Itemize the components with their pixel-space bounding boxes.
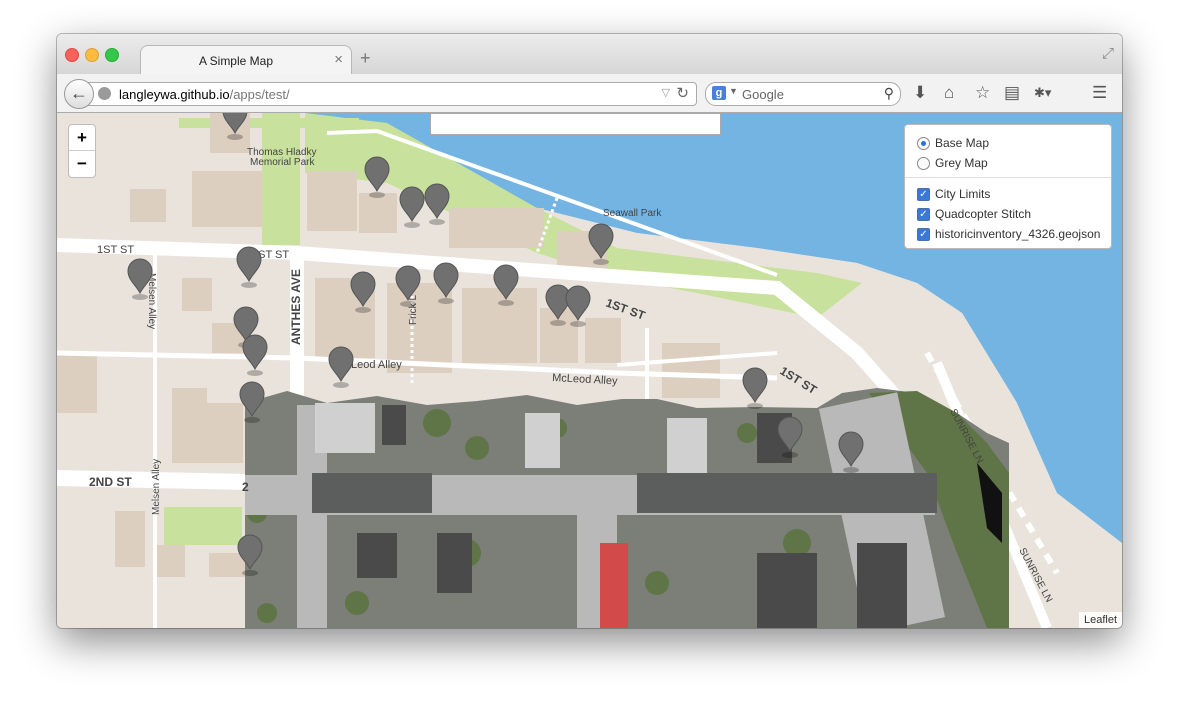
- globe-icon: [98, 87, 111, 100]
- map-search-box[interactable]: [430, 113, 721, 135]
- zoom-control: + −: [68, 124, 96, 178]
- label-seawall-park: Seawall Park: [603, 208, 662, 219]
- url-host: langleywa.github.io: [119, 87, 230, 102]
- label-2nd-st-b: 2: [242, 480, 249, 494]
- url-dropdown-icon[interactable]: ▽: [662, 86, 670, 99]
- tab-title: A Simple Map: [198, 54, 274, 68]
- layer-separator: [905, 177, 1111, 178]
- layer-control: Base Map Grey Map ✓ City Limits ✓ Quadco…: [904, 124, 1112, 249]
- close-window-button[interactable]: [65, 48, 79, 62]
- label-2nd-st: 2ND ST: [89, 475, 132, 489]
- layer-label: Quadcopter Stitch: [935, 207, 1032, 221]
- marker[interactable]: [424, 183, 450, 226]
- tab-a-simple-map[interactable]: A Simple Map ×: [140, 45, 352, 75]
- marker[interactable]: [236, 246, 262, 289]
- label-park-hladky-2: Memorial Park: [250, 157, 315, 168]
- url-text: langleywa.github.io/apps/test/: [119, 87, 290, 102]
- map-viewport[interactable]: 1ST ST 1ST ST 1ST ST 1ST ST ANTHES AVE M…: [57, 113, 1122, 628]
- search-icon[interactable]: ⚲: [884, 85, 894, 102]
- minimize-window-button[interactable]: [85, 48, 99, 62]
- navigation-toolbar: langleywa.github.io/apps/test/ ▽ ↻ ← g ▼…: [57, 74, 1122, 113]
- engine-dropdown-icon[interactable]: ▼: [729, 86, 738, 96]
- firebug-icon[interactable]: ✱▾: [1034, 85, 1051, 101]
- layer-label: City Limits: [935, 187, 991, 201]
- attribution-leaflet[interactable]: Leaflet: [1078, 612, 1122, 628]
- reading-list-icon[interactable]: ▤: [1004, 83, 1020, 103]
- google-engine-icon[interactable]: g: [712, 86, 726, 100]
- radio-grey-map[interactable]: [917, 157, 930, 170]
- marker[interactable]: [399, 186, 425, 229]
- label-1st-st-d: 1ST ST: [777, 364, 819, 398]
- label-melsen-alley-b: Melsen Alley: [151, 459, 162, 515]
- checkbox-historic-inventory[interactable]: ✓: [917, 228, 930, 241]
- checkbox-quadcopter-stitch[interactable]: ✓: [917, 208, 930, 221]
- new-tab-button[interactable]: +: [360, 48, 371, 69]
- title-bar: A Simple Map × + ⤢: [57, 34, 1122, 75]
- label-frick: Frick L: [408, 295, 419, 325]
- reload-icon[interactable]: ↻: [676, 84, 689, 102]
- label-mcleod-alley-b: McLeod Alley: [552, 372, 618, 387]
- checkbox-city-limits[interactable]: ✓: [917, 188, 930, 201]
- maximize-window-button[interactable]: [105, 48, 119, 62]
- label-mcleod-alley-a: Leod Alley: [351, 359, 402, 371]
- url-bar[interactable]: langleywa.github.io/apps/test/ ▽ ↻: [87, 82, 697, 106]
- download-icon[interactable]: ⬇: [913, 83, 927, 103]
- zoom-in-button[interactable]: +: [69, 125, 95, 151]
- search-placeholder: Google: [742, 87, 784, 102]
- marker[interactable]: [742, 367, 768, 410]
- menu-icon[interactable]: ☰: [1092, 83, 1107, 103]
- marker[interactable]: [242, 334, 268, 377]
- home-icon[interactable]: ⌂: [944, 83, 954, 103]
- back-button[interactable]: ←: [64, 79, 94, 109]
- radio-base-map[interactable]: [917, 137, 930, 150]
- marker[interactable]: [364, 156, 390, 199]
- tab-close-icon[interactable]: ×: [334, 51, 343, 68]
- zoom-out-button[interactable]: −: [69, 151, 95, 177]
- search-input[interactable]: g ▼ Google ⚲: [705, 82, 901, 106]
- browser-window: A Simple Map × + ⤢ langleywa.github.io/a…: [57, 34, 1122, 628]
- label-anthes-ave: ANTHES AVE: [289, 269, 303, 345]
- layer-label: Grey Map: [935, 156, 988, 170]
- fullscreen-icon[interactable]: ⤢: [1102, 45, 1114, 62]
- url-path: /apps/test/: [229, 87, 290, 102]
- label-1st-st-a: 1ST ST: [97, 244, 134, 256]
- bookmark-star-icon[interactable]: ☆: [975, 83, 990, 103]
- layer-label: Base Map: [935, 136, 990, 150]
- marker[interactable]: [328, 346, 354, 389]
- layer-label: historicinventory_4326.geojson: [935, 227, 1101, 241]
